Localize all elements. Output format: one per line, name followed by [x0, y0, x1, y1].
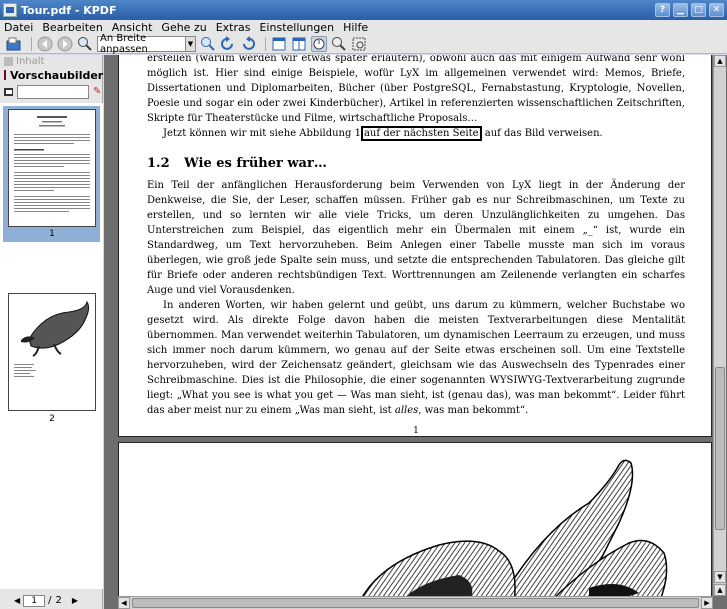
menu-einstellungen[interactable]: Einstellungen — [259, 21, 334, 34]
paragraph-3: Ein Teil der anfänglichen Herausforderun… — [147, 180, 685, 296]
vertical-scroll-thumb[interactable] — [715, 367, 725, 530]
tab-thumbnails-label: Vorschaubilder — [10, 68, 104, 82]
view-facing-pages-icon[interactable] — [291, 36, 307, 52]
vertical-scrollbar[interactable]: ▲ ▼ ▲ — [713, 55, 726, 596]
next-page-icon[interactable] — [57, 36, 73, 52]
view-single-page-icon[interactable] — [271, 36, 287, 52]
scroll-right-icon[interactable]: ▶ — [701, 597, 713, 609]
select-tool-icon[interactable] — [351, 36, 367, 52]
thumbnails-icon — [4, 70, 6, 80]
scroll-up-icon[interactable]: ▲ — [714, 55, 726, 67]
horizontal-scroll-thumb[interactable] — [132, 598, 699, 608]
paragraph-4-main: In anderen Worten, wir haben gelernt und… — [147, 300, 685, 416]
page-navigator: ◀ 1 / 2 ▶ — [0, 592, 103, 609]
help-window-button[interactable]: ? — [655, 3, 670, 17]
maximize-button[interactable]: □ — [691, 3, 706, 17]
clear-search-icon[interactable]: ✎ — [93, 87, 102, 97]
rotate-right-icon[interactable] — [240, 35, 256, 52]
previous-page-icon[interactable] — [37, 36, 53, 52]
page-separator: / — [48, 595, 52, 606]
scroll-left-icon[interactable]: ◀ — [118, 597, 130, 609]
pager-next-icon[interactable]: ▶ — [72, 596, 78, 605]
page-number: 1 — [413, 426, 419, 436]
thumbnail-label-1: 1 — [49, 229, 55, 239]
pager-prev-icon[interactable]: ◀ — [14, 596, 20, 605]
thumbnail-filter: ✎ — [0, 84, 102, 100]
section-heading: 1.2 Wie es früher war… — [147, 156, 685, 171]
zoom-select[interactable]: An Breite anpassen ▼ — [97, 32, 196, 55]
toolbar-separator — [265, 36, 266, 51]
scroll-down-icon[interactable]: ▼ — [714, 571, 726, 583]
paragraph-4-italic: alles — [394, 405, 419, 416]
thumbnail-page-1[interactable] — [8, 109, 96, 227]
tab-contents[interactable]: Inhalt — [0, 55, 102, 68]
browse-tool-icon[interactable] — [311, 35, 327, 52]
title-bar: Tour.pdf - KPDF ? ▁ □ ✕ — [0, 0, 727, 20]
chevron-down-icon[interactable]: ▼ — [185, 36, 195, 51]
platypus-illustration — [14, 300, 90, 377]
menu-datei[interactable]: Datei — [4, 21, 33, 34]
tab-contents-label: Inhalt — [16, 56, 45, 67]
paragraph-2-end: auf das Bild verweisen. — [484, 128, 603, 139]
horizontal-scrollbar[interactable]: ◀ ▶ — [118, 596, 713, 609]
thumbnail-search-input[interactable] — [17, 85, 89, 99]
zoom-in-icon[interactable] — [200, 36, 216, 52]
paragraph-1: erstellen (warum werden wir etwas später… — [147, 55, 685, 124]
menu-hilfe[interactable]: Hilfe — [343, 21, 368, 34]
pdf-page-1: erstellen (warum werden wir etwas später… — [118, 55, 712, 437]
menu-bearbeiten[interactable]: Bearbeiten — [42, 21, 102, 34]
sidebar: Inhalt Vorschaubilder ✎ 1 2 ◀ 1 / 2 ▶ — [0, 55, 103, 609]
tab-thumbnails[interactable]: Vorschaubilder — [0, 68, 104, 82]
window-title: Tour.pdf - KPDF — [21, 3, 117, 17]
paragraph-2-start: Jetzt können wir mit siehe Abbildung 1 — [163, 128, 361, 139]
page-1-preview — [14, 116, 90, 212]
main-toolbar: An Breite anpassen ▼ — [0, 32, 727, 55]
section-title: Wie es früher war… — [184, 156, 327, 171]
paragraph-4-end: , was man bekommt“. — [418, 405, 529, 416]
zoom-tool-icon[interactable] — [331, 36, 347, 52]
thumbnail-label-2: 2 — [49, 414, 55, 424]
rotate-left-icon[interactable] — [220, 35, 236, 52]
contents-icon — [4, 57, 13, 66]
open-file-icon[interactable] — [6, 36, 22, 52]
menu-extras[interactable]: Extras — [216, 21, 251, 34]
current-page-input[interactable]: 1 — [23, 594, 46, 607]
close-button[interactable]: ✕ — [709, 3, 724, 17]
kpdf-app-icon[interactable] — [3, 3, 17, 17]
paragraph-2: Jetzt können wir mit siehe Abbildung 1 au… — [147, 126, 685, 141]
filter-icon — [4, 88, 14, 96]
paragraph-4: In anderen Worten, wir haben gelernt und… — [147, 298, 685, 418]
pdf-page-2 — [118, 442, 712, 602]
thumbnail-list: 1 2 — [0, 103, 103, 589]
thumbnail-page-2[interactable] — [8, 293, 96, 411]
platypus-drawing — [359, 459, 668, 601]
zoom-value: An Breite anpassen — [100, 32, 148, 55]
page-1-text: erstellen (warum werden wir etwas später… — [147, 55, 685, 418]
zoom-icon[interactable] — [77, 36, 93, 52]
toolbar-separator — [31, 36, 32, 51]
section-number: 1.2 — [147, 156, 170, 171]
document-viewer[interactable]: erstellen (warum werden wir etwas später… — [104, 55, 727, 609]
figure-reference-link[interactable]: auf der nächsten Seite — [360, 126, 482, 141]
scroll-down-icon[interactable]: ▲ — [714, 584, 726, 596]
minimize-button[interactable]: ▁ — [673, 3, 688, 17]
total-pages: 2 — [55, 595, 62, 606]
